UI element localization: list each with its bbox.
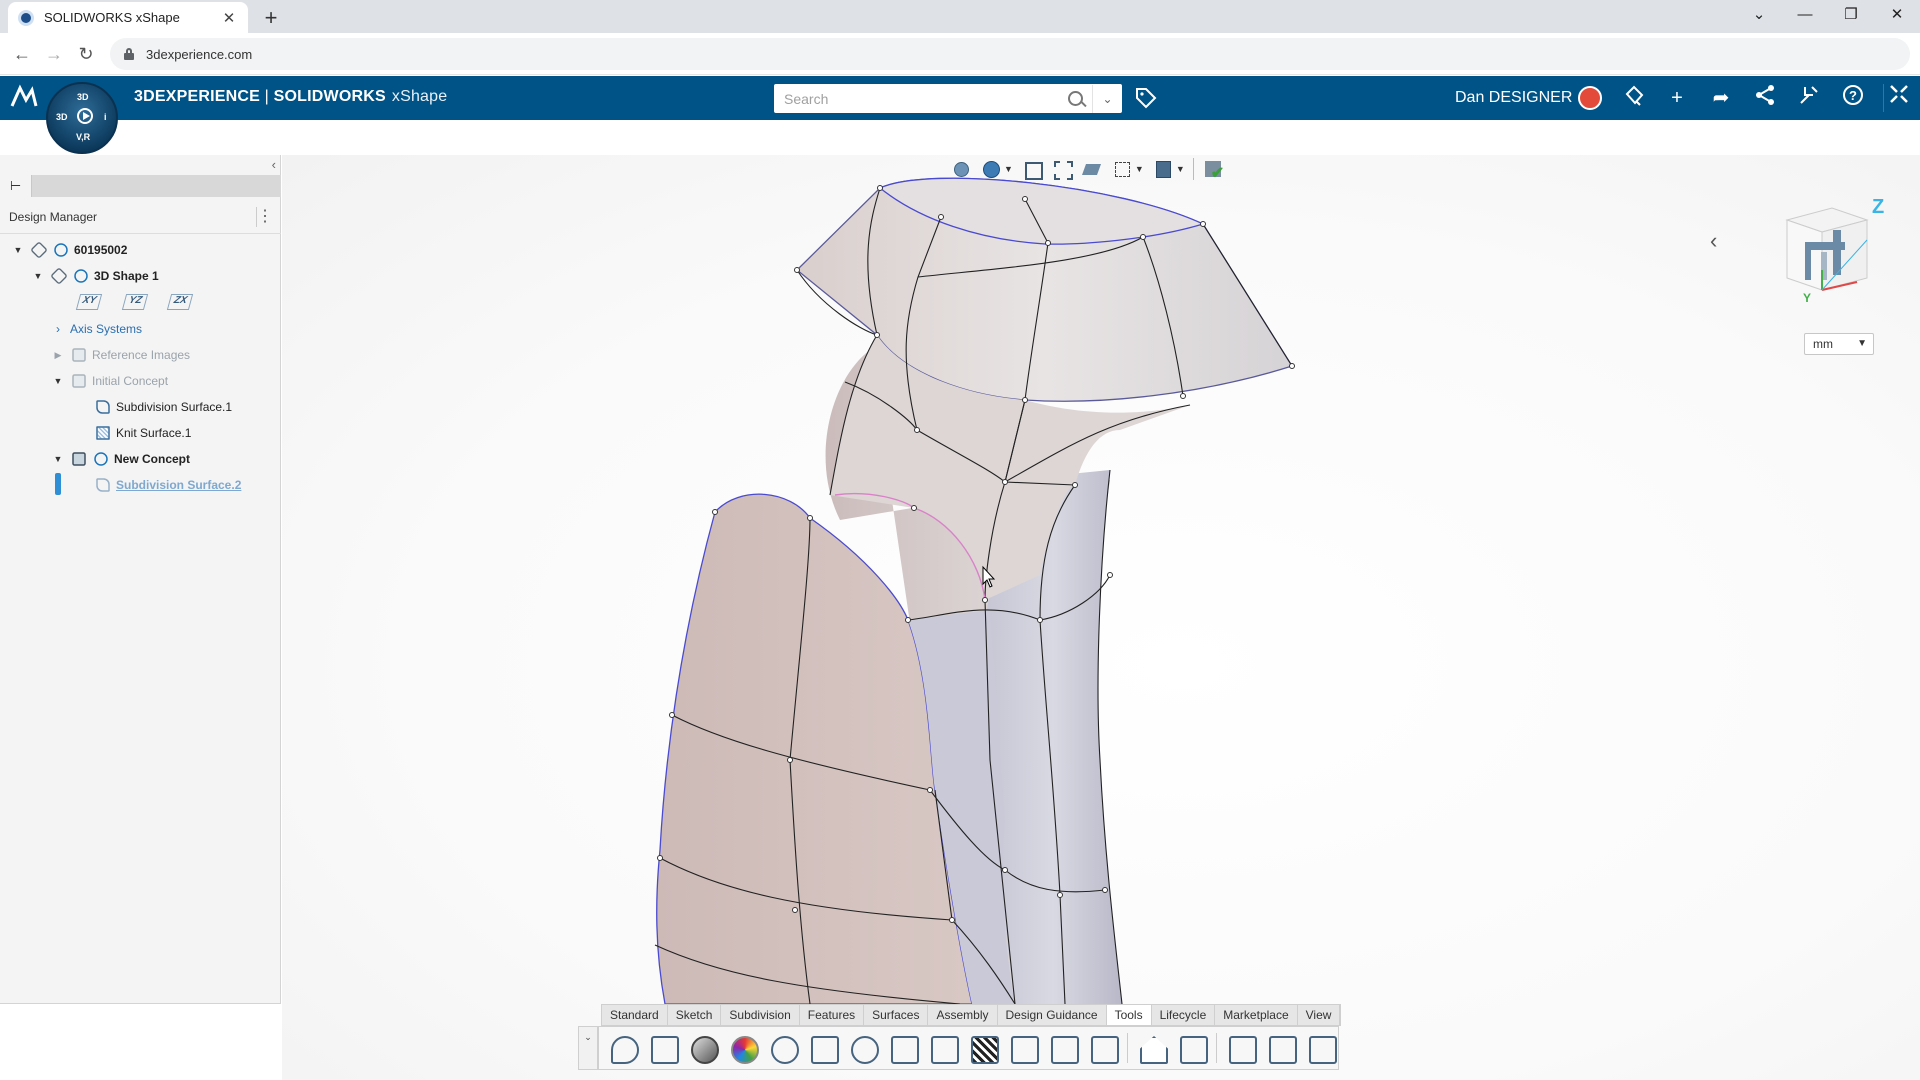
normal-view-icon[interactable] (1081, 158, 1103, 180)
color-icon[interactable] (727, 1032, 759, 1064)
measure-icon[interactable] (767, 1032, 799, 1064)
filter-icon[interactable] (1225, 1032, 1257, 1064)
command-divider (1216, 1033, 1217, 1063)
play-icon[interactable] (77, 108, 93, 124)
render-dropdown-icon[interactable]: ▼ (1176, 164, 1185, 174)
tab-surfaces[interactable]: Surfaces (864, 1005, 929, 1025)
curvature-icon[interactable] (1007, 1032, 1039, 1064)
home-icon[interactable] (1136, 1032, 1168, 1064)
balance-icon[interactable] (807, 1032, 839, 1064)
axis-z-label: Z (1872, 196, 1885, 218)
material-icon[interactable] (687, 1032, 719, 1064)
tab-sketch[interactable]: Sketch (668, 1005, 722, 1025)
unit-value: mm (1813, 337, 1833, 351)
toolbar-divider (1192, 158, 1194, 180)
command-divider (1127, 1033, 1128, 1063)
action-bar: Standard Sketch Subdivision Features Sur… (578, 1004, 1342, 1070)
action-bar-commands (598, 1026, 1339, 1070)
exit-subdivision-icon[interactable] (1202, 158, 1224, 183)
compass-left-label: 3D (56, 112, 68, 122)
unit-select[interactable]: mm ▼ (1804, 333, 1874, 355)
zebra-stripes-icon[interactable] (967, 1032, 999, 1064)
chevron-left-icon[interactable]: ‹ (1710, 228, 1717, 254)
view-globe-icon[interactable] (950, 158, 972, 180)
compass-widget[interactable]: 3D 3D i V,R (46, 82, 118, 154)
selection-dropdown-icon[interactable]: ▼ (1135, 164, 1144, 174)
compass-top-label: 3D (77, 92, 89, 102)
tab-subdivision[interactable]: Subdivision (721, 1005, 800, 1025)
selection-mode-icon[interactable] (1111, 158, 1133, 180)
tab-view[interactable]: View (1298, 1005, 1341, 1025)
tab-lifecycle[interactable]: Lifecycle (1152, 1005, 1216, 1025)
render-style-icon[interactable] (1152, 158, 1174, 180)
tab-marketplace[interactable]: Marketplace (1215, 1005, 1298, 1025)
transfer-icon[interactable] (1265, 1032, 1297, 1064)
draft-analysis-icon[interactable] (1047, 1032, 1079, 1064)
tab-features[interactable]: Features (800, 1005, 865, 1025)
lasso-icon[interactable] (607, 1032, 639, 1064)
export-dxf-icon[interactable] (1305, 1032, 1337, 1064)
action-bar-tabs: Standard Sketch Subdivision Features Sur… (601, 1004, 1342, 1026)
compass-right-label: i (104, 112, 107, 122)
tab-standard[interactable]: Standard (602, 1005, 668, 1025)
fit-all-icon[interactable] (1021, 158, 1043, 180)
chevron-down-icon: ▼ (1857, 338, 1867, 349)
action-bar-expand-icon[interactable]: ⌄ (578, 1026, 598, 1070)
tab-assembly[interactable]: Assembly (928, 1005, 998, 1025)
tab-tools[interactable]: Tools (1106, 1005, 1152, 1025)
navigation-cube[interactable]: Y (1777, 200, 1877, 310)
reference-image-icon[interactable] (1176, 1032, 1208, 1064)
section-icon[interactable] (887, 1032, 919, 1064)
zoom-area-icon[interactable] (1051, 158, 1073, 180)
mass-properties-icon[interactable] (1087, 1032, 1119, 1064)
axis-y-label: Y (1803, 291, 1811, 305)
view-mode-dropdown-icon[interactable]: ▼ (1004, 164, 1013, 174)
compass-bottom-label: V,R (76, 132, 91, 142)
image-icon[interactable] (647, 1032, 679, 1064)
view-mode-icon[interactable] (980, 158, 1002, 180)
view-toolbar: ▼ ▼ ▼ (950, 157, 1224, 183)
inspect-icon[interactable] (847, 1032, 879, 1064)
tab-design-guidance[interactable]: Design Guidance (998, 1005, 1107, 1025)
align-icon[interactable] (927, 1032, 959, 1064)
